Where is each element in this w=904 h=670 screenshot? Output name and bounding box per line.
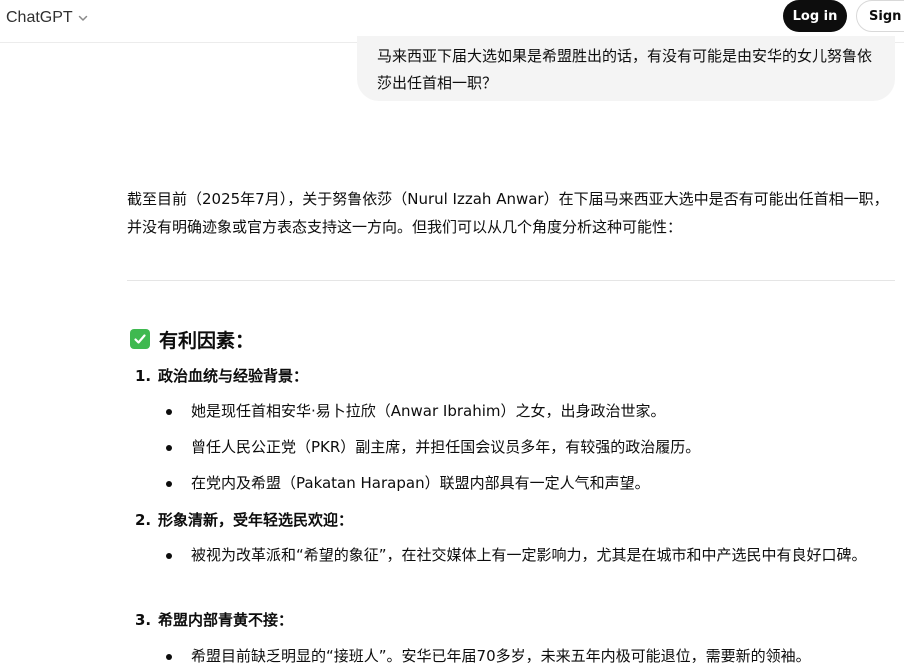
numbered-item: 3. 希盟内部青黄不接： bbox=[135, 608, 293, 632]
list-item: 希盟目前缺乏明显的“接班人”。安华已年届70多岁，未来五年内极可能退位，需要新的… bbox=[166, 642, 881, 670]
user-message-bubble: 马来西亚下届大选如果是希盟胜出的话，有没有可能是由安华的女儿努鲁依莎出任首相一职… bbox=[357, 36, 895, 101]
list-item: 曾任人民公正党（PKR）副主席，并担任国会议员多年，有较强的政治履历。 bbox=[166, 433, 881, 461]
item-number: 2. bbox=[135, 511, 152, 529]
bullet-dot bbox=[166, 654, 172, 660]
model-switcher[interactable]: ChatGPT bbox=[6, 6, 89, 30]
item-title: 希盟内部青黄不接： bbox=[158, 611, 294, 629]
list-item-text: 她是现任首相安华·易卜拉欣（Anwar Ibrahim）之女，出身政治世家。 bbox=[191, 402, 666, 420]
chevron-down-icon bbox=[77, 12, 89, 24]
assistant-intro-paragraph: 截至目前（2025年7月），关于努鲁依莎（Nurul Izzah Anwar）在… bbox=[127, 190, 889, 236]
bullet-dot bbox=[166, 481, 172, 487]
bullet-dot bbox=[166, 553, 172, 559]
item-number: 1. bbox=[135, 367, 152, 385]
section-title: 有利因素： bbox=[159, 329, 255, 352]
item-title: 形象清新，受年轻选民欢迎： bbox=[158, 511, 354, 529]
user-message-text: 马来西亚下届大选如果是希盟胜出的话，有没有可能是由安华的女儿努鲁依莎出任首相一职… bbox=[377, 47, 873, 92]
list-item-text: 希盟目前缺乏明显的“接班人”。安华已年届70多岁，未来五年内极可能退位，需要新的… bbox=[191, 647, 811, 665]
list-item-text: 曾任人民公正党（PKR）副主席，并担任国会议员多年，有较强的政治履历。 bbox=[191, 438, 701, 456]
item-number: 3. bbox=[135, 611, 152, 629]
login-button[interactable]: Log in bbox=[783, 0, 847, 32]
section-heading: 有利因素： bbox=[130, 326, 254, 352]
check-mark-button-icon bbox=[130, 329, 150, 349]
bullet-dot bbox=[166, 445, 172, 451]
model-name: ChatGPT bbox=[6, 9, 73, 26]
numbered-item: 2. 形象清新，受年轻选民欢迎： bbox=[135, 508, 353, 532]
divider bbox=[127, 280, 895, 281]
list-item-text: 在党内及希盟（Pakatan Harapan）联盟内部具有一定人气和声望。 bbox=[191, 474, 650, 492]
signup-button[interactable]: Sign up bbox=[856, 0, 904, 32]
bullet-dot bbox=[166, 409, 172, 415]
list-item: 被视为改革派和“希望的象征”，在社交媒体上有一定影响力，尤其是在城市和中产选民中… bbox=[166, 541, 881, 569]
list-item-text: 被视为改革派和“希望的象征”，在社交媒体上有一定影响力，尤其是在城市和中产选民中… bbox=[191, 546, 867, 564]
item-title: 政治血统与经验背景： bbox=[158, 367, 309, 385]
list-item: 在党内及希盟（Pakatan Harapan）联盟内部具有一定人气和声望。 bbox=[166, 469, 881, 497]
list-item: 她是现任首相安华·易卜拉欣（Anwar Ibrahim）之女，出身政治世家。 bbox=[166, 397, 881, 425]
numbered-item: 1. 政治血统与经验背景： bbox=[135, 364, 308, 388]
